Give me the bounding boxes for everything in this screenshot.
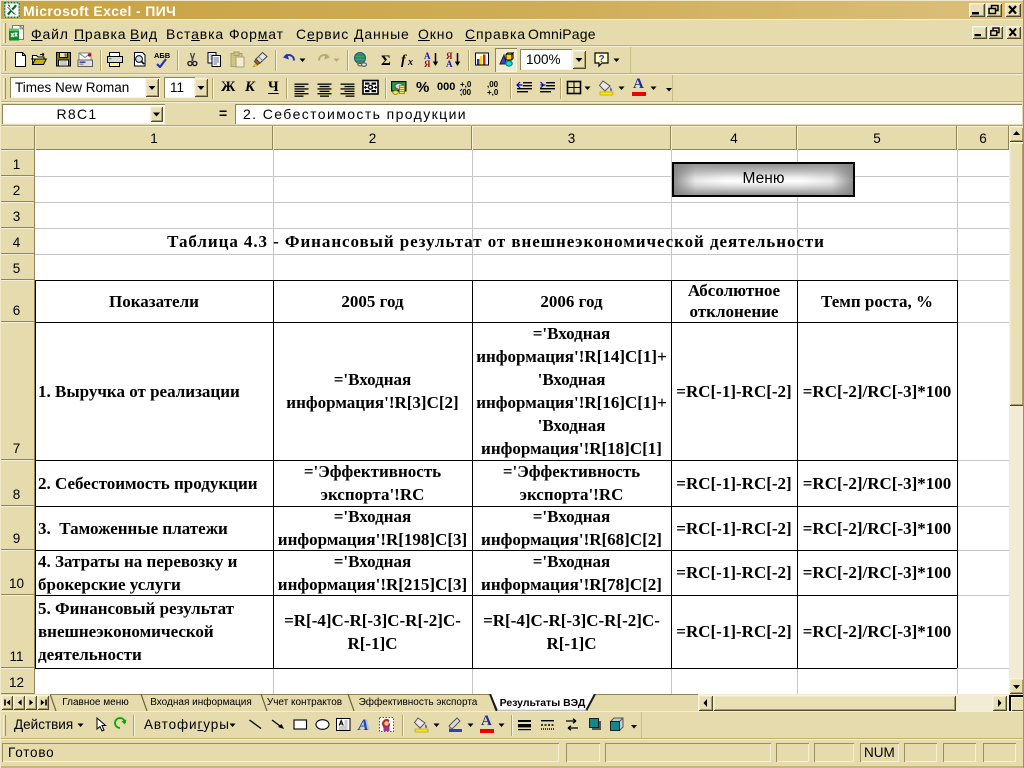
svg-text:+,0: +,0 — [487, 88, 499, 96]
svg-text:A: A — [357, 717, 369, 733]
svg-text:АБВ: АБВ — [154, 51, 171, 60]
svg-text:f: f — [401, 53, 407, 68]
svg-text:?: ? — [599, 54, 605, 65]
svg-text:Я: Я — [424, 59, 431, 68]
svg-text:Σ: Σ — [381, 53, 391, 68]
svg-text:А: А — [446, 59, 453, 68]
svg-text:x: x — [407, 57, 413, 68]
